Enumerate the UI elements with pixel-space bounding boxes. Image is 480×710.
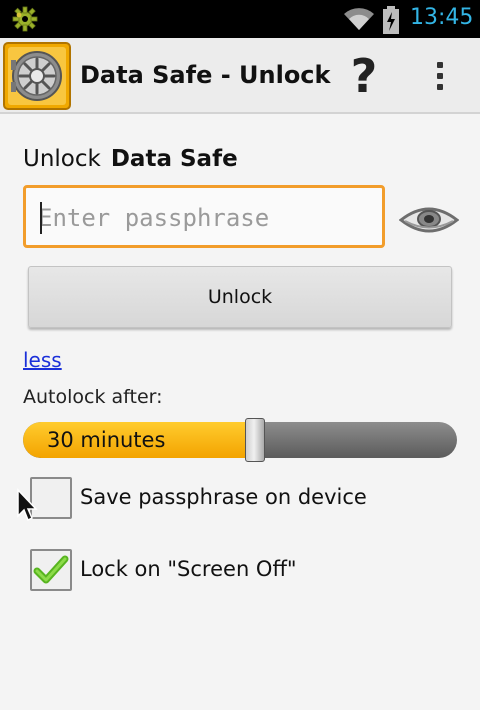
eye-icon[interactable] <box>399 202 459 238</box>
autolock-slider[interactable]: 30 minutes <box>23 422 457 458</box>
autolock-slider-thumb[interactable] <box>245 418 265 462</box>
autolock-label: Autolock after: <box>23 386 163 408</box>
heading-prefix: Unlock <box>23 146 101 172</box>
help-button[interactable]: ? <box>342 48 386 104</box>
status-bar: 13:45 <box>0 0 480 38</box>
less-link[interactable]: less <box>23 348 62 372</box>
wifi-icon <box>344 8 374 31</box>
text-caret <box>40 202 42 234</box>
save-passphrase-label: Save passphrase on device <box>80 485 367 509</box>
passphrase-input[interactable] <box>38 198 368 238</box>
unlock-button[interactable]: Unlock <box>28 266 452 328</box>
help-label: ? <box>350 49 378 103</box>
lock-screen-off-option[interactable]: Lock on "Screen Off" <box>30 549 350 593</box>
passphrase-field-container <box>23 185 385 248</box>
battery-charging-icon <box>383 6 399 34</box>
action-bar: Data Safe - Unlock ? <box>0 38 480 114</box>
safe-icon[interactable] <box>3 42 71 110</box>
unlock-heading: Unlock Data Safe <box>23 146 238 172</box>
app-title: Data Safe - Unlock <box>80 61 331 89</box>
lock-screen-off-label: Lock on "Screen Off" <box>80 557 297 581</box>
autolock-value: 30 minutes <box>47 428 166 452</box>
status-clock: 13:45 <box>410 5 474 30</box>
save-passphrase-option[interactable]: Save passphrase on device <box>30 477 430 521</box>
mouse-cursor-icon <box>17 488 38 522</box>
checkmark-icon <box>33 555 69 584</box>
heading-safe-name: Data Safe <box>110 146 238 172</box>
gear-notification-icon <box>12 6 38 32</box>
overflow-menu-icon[interactable] <box>428 58 452 94</box>
lock-screen-off-checkbox[interactable] <box>30 549 72 591</box>
